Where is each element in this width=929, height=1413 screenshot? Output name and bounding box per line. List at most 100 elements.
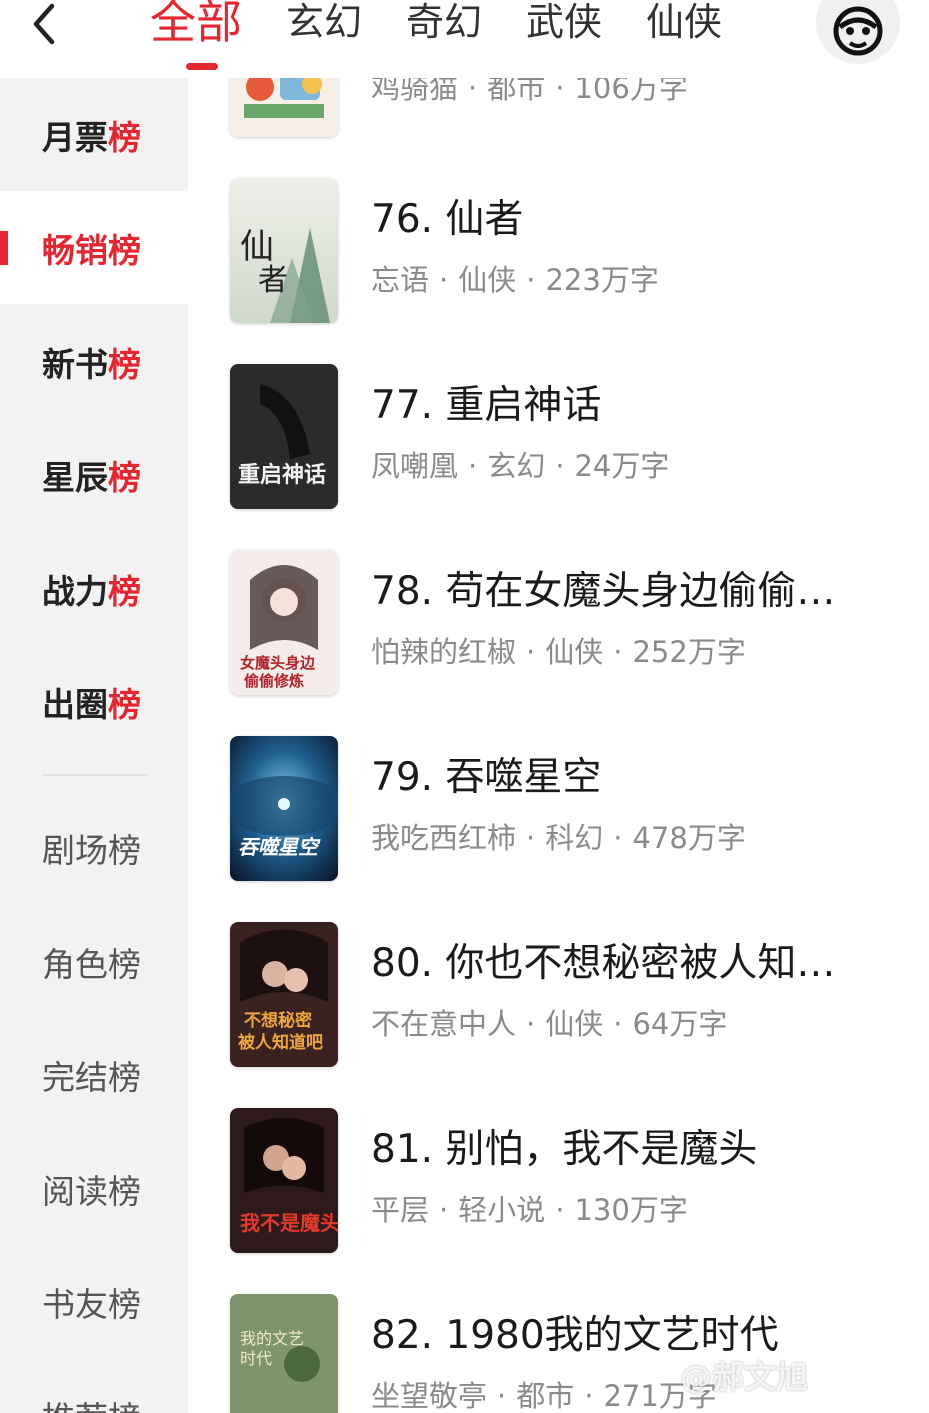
sidebar-item-suffix: 榜 — [108, 457, 141, 497]
book-meta: 我吃西红柿 · 科幻 · 478万字 — [371, 820, 746, 856]
book-cover: 我的文艺 时代 — [230, 1294, 338, 1413]
separator-dot: · — [439, 1193, 449, 1227]
book-author: 忘语 — [371, 263, 430, 297]
tab-all[interactable]: 全部 — [150, 0, 242, 70]
sidebar-item-new-book[interactable]: 新书榜 — [0, 305, 188, 418]
book-item[interactable]: 重启神话 77. 重启神话 凤嘲凰 · 玄幻 · 24万字 — [188, 364, 929, 514]
tab-label: 武侠 — [526, 0, 603, 44]
active-indicator — [0, 231, 8, 265]
book-cover: 仙 者 — [230, 178, 338, 323]
book-word-count: 130万字 — [574, 1193, 688, 1227]
tab-wuxia[interactable]: 武侠 — [526, 0, 602, 70]
sidebar-item-bestseller[interactable]: 畅销榜 — [0, 191, 188, 304]
tab-qihuan[interactable]: 奇幻 — [406, 0, 482, 70]
sidebar-item-label: 完结榜 — [42, 1057, 141, 1097]
ranking-sidebar: 月票榜 畅销榜 新书榜 星辰榜 战力榜 出圈榜 剧场榜 角色榜 完结榜 阅读榜 … — [0, 78, 188, 1413]
sidebar-item-star[interactable]: 星辰榜 — [0, 418, 188, 531]
sidebar-item-label: 星辰 — [42, 457, 108, 497]
separator-dot: · — [526, 1007, 536, 1041]
sidebar-item-label: 推荐榜 — [42, 1392, 141, 1413]
sidebar-divider — [42, 774, 148, 776]
book-title: 78. 苟在女魔头身边偷偷… — [371, 569, 836, 614]
book-genre: 都市 — [516, 1379, 575, 1413]
separator-dot: · — [526, 821, 536, 855]
sidebar-item-reading[interactable]: 阅读榜 — [0, 1132, 188, 1245]
sidebar-item-readers[interactable]: 书友榜 — [0, 1245, 188, 1358]
separator-dot: · — [555, 1193, 565, 1227]
svg-text:女魔头身边: 女魔头身边 — [240, 654, 316, 672]
separator-dot: · — [613, 635, 623, 669]
svg-text:时代: 时代 — [240, 1349, 272, 1368]
tab-xuanhuan[interactable]: 玄幻 — [286, 0, 362, 70]
chevron-left-icon — [33, 3, 55, 45]
book-meta: 坐望敬亭 · 都市 · 271万字 — [371, 1378, 717, 1413]
book-cover-art: 我的文艺 时代 — [230, 1294, 338, 1413]
sidebar-item-label: 剧场榜 — [42, 830, 141, 870]
book-cover-art: 仙 者 — [230, 178, 338, 323]
tab-xianxia[interactable]: 仙侠 — [646, 0, 722, 70]
book-title: 79. 吞噬星空 — [371, 755, 602, 800]
book-title: 81. 别怕，我不是魔头 — [371, 1127, 758, 1172]
watermark: @郝文旭 — [680, 1358, 809, 1396]
book-cover-art: 女魔头身边 偷偷修炼 — [230, 550, 338, 695]
book-item[interactable]: 仙 者 76. 仙者 忘语 · 仙侠 · 223万字 — [188, 178, 929, 328]
book-item[interactable]: 我不是魔头 81. 别怕，我不是魔头 平层 · 轻小说 · 130万字 — [188, 1108, 929, 1258]
book-meta: 忘语 · 仙侠 · 223万字 — [371, 262, 659, 298]
book-meta: 怕辣的红椒 · 仙侠 · 252万字 — [371, 634, 746, 670]
separator-dot: · — [555, 449, 565, 483]
sidebar-item-character[interactable]: 角色榜 — [0, 905, 188, 1018]
book-cover: 重启神话 — [230, 364, 338, 509]
book-item[interactable]: 吞噬星空 79. 吞噬星空 我吃西红柿 · 科幻 · 478万字 — [188, 736, 929, 886]
book-cover-art: 我不是魔头 — [230, 1108, 338, 1253]
back-button[interactable] — [22, 2, 66, 46]
book-title: 76. 仙者 — [371, 197, 524, 242]
top-bar: 全部 玄幻 奇幻 武侠 仙侠 — [0, 0, 929, 78]
svg-text:我的文艺: 我的文艺 — [240, 1329, 304, 1348]
book-item[interactable]: 女魔头身边 偷偷修炼 78. 苟在女魔头身边偷偷… 怕辣的红椒 · 仙侠 · 252万字 — [188, 550, 929, 700]
avatar[interactable] — [816, 0, 900, 64]
book-meta: 凤嘲凰 · 玄幻 · 24万字 — [371, 448, 669, 484]
sidebar-item-label: 战力 — [42, 571, 108, 611]
separator-dot: · — [497, 1379, 507, 1413]
tab-label: 奇幻 — [406, 0, 483, 44]
sidebar-item-suffix: 榜 — [108, 117, 141, 157]
book-word-count: 223万字 — [545, 263, 659, 297]
book-word-count: 252万字 — [632, 635, 746, 669]
book-cover: 我不是魔头 — [230, 1108, 338, 1253]
book-list: 鸡骑猫 · 都市 · 106万字 仙 者 76. 仙者 忘语 · 仙侠 · 223万字 — [188, 0, 929, 1413]
svg-text:吞噬星空: 吞噬星空 — [238, 835, 321, 859]
separator-dot: · — [526, 635, 536, 669]
book-author: 凤嘲凰 — [371, 449, 459, 483]
separator-dot: · — [613, 821, 623, 855]
book-item[interactable]: 不想秘密 被人知道吧 80. 你也不想秘密被人知… 不在意中人 · 仙侠 · 64万字 — [188, 922, 929, 1072]
book-word-count: 64万字 — [632, 1007, 728, 1041]
book-author: 我吃西红柿 — [371, 821, 517, 855]
sidebar-item-label: 角色榜 — [42, 944, 141, 984]
book-title: 77. 重启神话 — [371, 383, 602, 428]
separator-dot: · — [468, 449, 478, 483]
sidebar-item-suffix: 榜 — [108, 344, 141, 384]
sidebar-item-monthly-ticket[interactable]: 月票榜 — [0, 78, 188, 191]
category-tabs: 全部 玄幻 奇幻 武侠 仙侠 — [150, 0, 766, 70]
book-cover-art: 吞噬星空 — [230, 736, 338, 881]
tab-label: 全部 — [150, 0, 242, 49]
separator-dot: · — [439, 263, 449, 297]
book-genre: 仙侠 — [545, 1007, 604, 1041]
book-cover: 不想秘密 被人知道吧 — [230, 922, 338, 1067]
book-title: 80. 你也不想秘密被人知… — [371, 941, 836, 986]
sidebar-item-label: 书友榜 — [42, 1284, 141, 1324]
sidebar-item-recommend[interactable]: 推荐榜 — [0, 1359, 188, 1413]
book-genre: 仙侠 — [545, 635, 604, 669]
monkey-face-icon — [833, 6, 883, 56]
svg-text:被人知道吧: 被人知道吧 — [238, 1032, 323, 1053]
book-author: 坐望敬亭 — [371, 1379, 488, 1413]
svg-text:不想秘密: 不想秘密 — [244, 1010, 312, 1031]
book-item[interactable]: 我的文艺 时代 82. 1980我的文艺时代 坐望敬亭 · 都市 · 271万字 — [188, 1294, 929, 1413]
book-cover: 女魔头身边 偷偷修炼 — [230, 550, 338, 695]
sidebar-item-breakout[interactable]: 出圈榜 — [0, 645, 188, 758]
sidebar-item-finished[interactable]: 完结榜 — [0, 1018, 188, 1131]
book-cover-art: 重启神话 — [230, 364, 338, 509]
cover-title: 仙 — [240, 227, 274, 267]
sidebar-item-theater[interactable]: 剧场榜 — [0, 791, 188, 904]
sidebar-item-power[interactable]: 战力榜 — [0, 532, 188, 645]
